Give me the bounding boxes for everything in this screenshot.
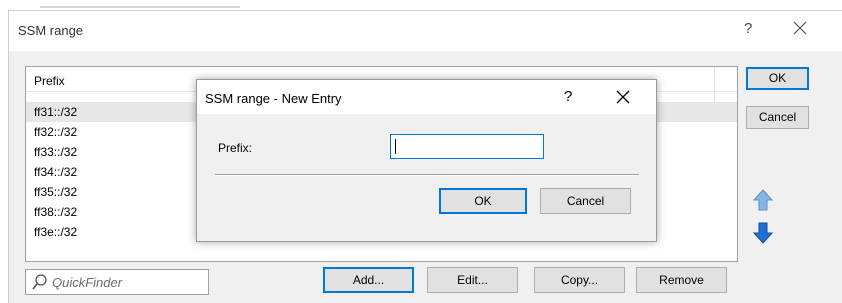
remove-button-label: Remove [659, 273, 704, 287]
column-header-prefix[interactable]: Prefix [34, 74, 65, 88]
background-fragment [40, 6, 240, 8]
search-icon [32, 274, 47, 290]
row-prefix: ff34::/32 [34, 165, 78, 179]
quickfinder-input[interactable]: QuickFinder [25, 269, 209, 295]
row-prefix: ff38::/32 [34, 205, 78, 219]
text-caret [395, 139, 396, 154]
new-entry-title: SSM range - New Entry [205, 91, 342, 106]
quickfinder-placeholder: QuickFinder [52, 275, 123, 290]
dialog-divider-highlight [215, 175, 639, 176]
new-entry-titlebar: SSM range - New Entry ? [197, 80, 656, 114]
edit-button[interactable]: Edit... [427, 267, 518, 293]
new-entry-cancel-label: Cancel [566, 194, 605, 208]
add-button[interactable]: Add... [323, 267, 414, 293]
cancel-button[interactable]: Cancel [746, 106, 809, 129]
row-prefix: ff32::/32 [34, 125, 78, 139]
new-entry-ok-button[interactable]: OK [439, 188, 527, 214]
new-entry-dialog: SSM range - New Entry ? Prefix: OK Cance… [196, 79, 657, 242]
column-divider [714, 67, 715, 107]
arrow-down-icon[interactable] [751, 221, 775, 245]
dialog-title: SSM range [18, 23, 84, 38]
row-prefix: ff31::/32 [34, 105, 78, 119]
ok-button-label: OK [768, 71, 787, 85]
copy-button[interactable]: Copy... [534, 267, 625, 293]
arrow-up-icon[interactable] [751, 188, 775, 212]
add-button-label: Add... [352, 273, 385, 287]
prefix-label: Prefix: [218, 141, 253, 155]
row-prefix: ff3e::/32 [34, 225, 78, 239]
close-icon[interactable] [615, 89, 631, 105]
dialog-titlebar: SSM range ? [9, 11, 842, 51]
new-entry-help-button[interactable]: ? [564, 88, 572, 105]
ok-button[interactable]: OK [746, 67, 809, 90]
close-icon[interactable] [791, 19, 809, 37]
edit-button-label: Edit... [457, 273, 488, 287]
row-prefix: ff33::/32 [34, 145, 78, 159]
remove-button[interactable]: Remove [636, 267, 727, 293]
prefix-input[interactable] [390, 134, 544, 159]
cancel-button-label: Cancel [758, 110, 797, 124]
help-button[interactable]: ? [744, 20, 752, 37]
copy-button-label: Copy... [560, 273, 599, 287]
new-entry-cancel-button[interactable]: Cancel [540, 188, 631, 214]
new-entry-ok-label: OK [474, 194, 492, 208]
row-prefix: ff35::/32 [34, 185, 78, 199]
background-strip [0, 0, 842, 9]
